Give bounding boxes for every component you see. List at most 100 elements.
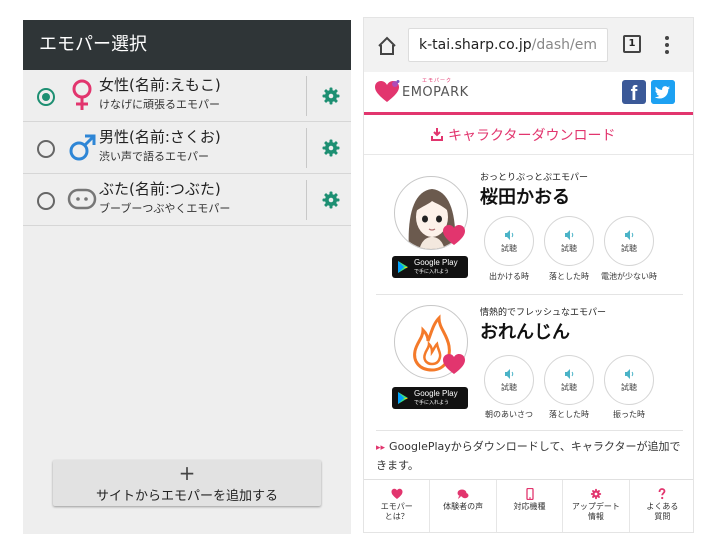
google-play-badge[interactable]: Google Play で手に入れよう xyxy=(392,256,468,278)
overflow-menu-icon[interactable] xyxy=(664,34,670,56)
download-label: キャラクターダウンロード xyxy=(448,128,616,144)
voice-preview-button[interactable]: 試聴 xyxy=(604,355,654,405)
chat-icon xyxy=(457,489,469,499)
download-note: ▸▸ GooglePlayからダウンロードして、キャラクターが追加できます。 xyxy=(376,438,686,474)
voice-preview-button[interactable]: 試聴 xyxy=(484,216,534,266)
speaker-icon xyxy=(625,230,634,240)
browser-window: k-tai.sharp.co.jp/dash/em 1 エモパーク EMOPAR… xyxy=(363,17,694,533)
url-path: /dash/em xyxy=(531,37,597,53)
character-tagline: おっとりぷっとぷエモパー xyxy=(480,173,589,183)
facebook-icon[interactable]: f xyxy=(622,80,646,105)
preview-label: 試聴 xyxy=(621,383,637,392)
divider xyxy=(306,76,307,116)
nav-label: 対応機種 xyxy=(513,502,546,511)
voice-scene-label: 振った時 xyxy=(613,410,645,419)
preview-label: 試聴 xyxy=(561,383,577,392)
google-play-label: Google Play xyxy=(414,258,458,267)
nav-item-faq[interactable]: よくある 質問 xyxy=(630,480,693,532)
pig-icon xyxy=(67,188,97,210)
female-icon xyxy=(72,79,92,110)
list-item-pig[interactable]: ぶた(名前:つぶた) ブーブーつぶやくエモパー xyxy=(23,174,351,226)
divider xyxy=(306,180,307,220)
radio-button[interactable] xyxy=(37,192,55,210)
nav-label: よくある 質問 xyxy=(646,502,679,521)
gear-icon[interactable] xyxy=(321,190,341,210)
page-title: エモパー選択 xyxy=(23,20,351,70)
character-name: 桜田かおる xyxy=(480,187,570,208)
google-play-badge[interactable]: Google Play で手に入れよう xyxy=(392,387,468,409)
nav-label: 体験者の声 xyxy=(443,502,484,511)
site-header: エモパーク EMOPARK f xyxy=(364,72,693,115)
add-emopa-button[interactable]: + サイトからエモパーを追加する xyxy=(53,460,321,506)
emopa-description: けなげに頑張るエモパー xyxy=(99,98,220,111)
home-icon[interactable] xyxy=(376,35,398,57)
character-tagline: 情熱的でフレッシュなエモパー xyxy=(480,308,607,318)
url-host: k-tai.sharp.co.jp xyxy=(419,37,532,53)
favorite-heart-icon[interactable] xyxy=(442,353,466,375)
speaker-icon xyxy=(505,230,514,240)
logo-ruby: エモパーク xyxy=(422,78,453,84)
gear-icon[interactable] xyxy=(321,138,341,158)
favorite-heart-icon[interactable] xyxy=(442,224,466,246)
radio-button[interactable] xyxy=(37,140,55,158)
google-play-icon xyxy=(398,392,408,404)
speaker-icon xyxy=(565,230,574,240)
google-play-sublabel: で手に入れよう xyxy=(414,269,450,275)
gear-icon[interactable] xyxy=(321,86,341,106)
add-emopa-label: サイトからエモパーを追加する xyxy=(95,489,278,504)
download-icon xyxy=(431,128,443,141)
emopark-logo-icon[interactable] xyxy=(374,80,400,104)
voice-preview-button[interactable]: 試聴 xyxy=(544,216,594,266)
radio-button-selected[interactable] xyxy=(37,88,55,106)
bottom-nav: エモパー とは？ 体験者の声 対応機種 アップデート 情報 よくある 質問 xyxy=(364,479,693,532)
character-download-link[interactable]: キャラクターダウンロード xyxy=(364,115,693,155)
heart-icon xyxy=(391,488,403,499)
logo-text[interactable]: EMOPARK xyxy=(402,85,469,100)
preview-label: 試聴 xyxy=(621,244,637,253)
character-name: おれんじん xyxy=(480,322,570,343)
emopa-name: 男性(名前:さくお) xyxy=(99,128,221,146)
speaker-icon xyxy=(625,369,634,379)
tab-count-button[interactable]: 1 xyxy=(623,35,641,53)
speaker-icon xyxy=(505,369,514,379)
question-icon xyxy=(658,488,666,500)
list-item-female[interactable]: 女性(名前:えもこ) けなげに頑張るエモパー xyxy=(23,70,351,122)
nav-label: アップデート 情報 xyxy=(571,502,620,521)
divider xyxy=(376,430,683,431)
emopa-name: ぶた(名前:つぶた) xyxy=(99,180,221,198)
speaker-icon xyxy=(565,369,574,379)
divider xyxy=(306,128,307,168)
note-text: GooglePlayからダウンロードして、キャラクターが追加できます。 xyxy=(376,440,681,472)
preview-label: 試聴 xyxy=(501,244,517,253)
male-icon xyxy=(69,134,96,161)
nav-item-devices[interactable]: 対応機種 xyxy=(497,480,564,532)
nav-label: エモパー とは？ xyxy=(380,502,413,521)
emopa-description: 渋い声で語るエモパー xyxy=(99,150,209,163)
nav-item-voices[interactable]: 体験者の声 xyxy=(430,480,497,532)
emopa-name: 女性(名前:えもこ) xyxy=(99,76,221,94)
voice-preview-button[interactable]: 試聴 xyxy=(484,355,534,405)
nav-item-updates[interactable]: アップデート 情報 xyxy=(563,480,630,532)
browser-toolbar: k-tai.sharp.co.jp/dash/em 1 xyxy=(364,18,693,72)
emopa-description: ブーブーつぶやくエモパー xyxy=(99,202,231,215)
voice-scene-label: 電池が少ない時 xyxy=(601,272,657,281)
nav-item-about[interactable]: エモパー とは？ xyxy=(364,480,431,532)
url-bar[interactable]: k-tai.sharp.co.jp/dash/em xyxy=(408,28,608,62)
twitter-icon[interactable] xyxy=(651,80,675,104)
divider xyxy=(376,294,683,295)
list-item-male[interactable]: 男性(名前:さくお) 渋い声で語るエモパー xyxy=(23,122,351,174)
google-play-label: Google Play xyxy=(414,389,458,398)
character-card: Google Play で手に入れよう 情熱的でフレッシュなエモパー おれんじん… xyxy=(376,303,683,433)
gear-icon xyxy=(590,488,602,500)
voice-preview-button[interactable]: 試聴 xyxy=(604,216,654,266)
voice-preview-button[interactable]: 試聴 xyxy=(544,355,594,405)
plus-icon: + xyxy=(178,461,196,485)
preview-label: 試聴 xyxy=(501,383,517,392)
emopa-select-panel: エモパー選択 女性(名前:えもこ) けなげに頑張るエモパー 男性(名前:さくお)… xyxy=(23,20,351,534)
preview-label: 試聴 xyxy=(561,244,577,253)
phone-icon xyxy=(525,488,534,500)
note-arrow-icon: ▸▸ xyxy=(376,443,386,453)
google-play-icon xyxy=(398,261,408,273)
character-card: Google Play で手に入れよう おっとりぷっとぷエモパー 桜田かおる 試… xyxy=(376,168,683,298)
google-play-sublabel: で手に入れよう xyxy=(414,400,450,406)
